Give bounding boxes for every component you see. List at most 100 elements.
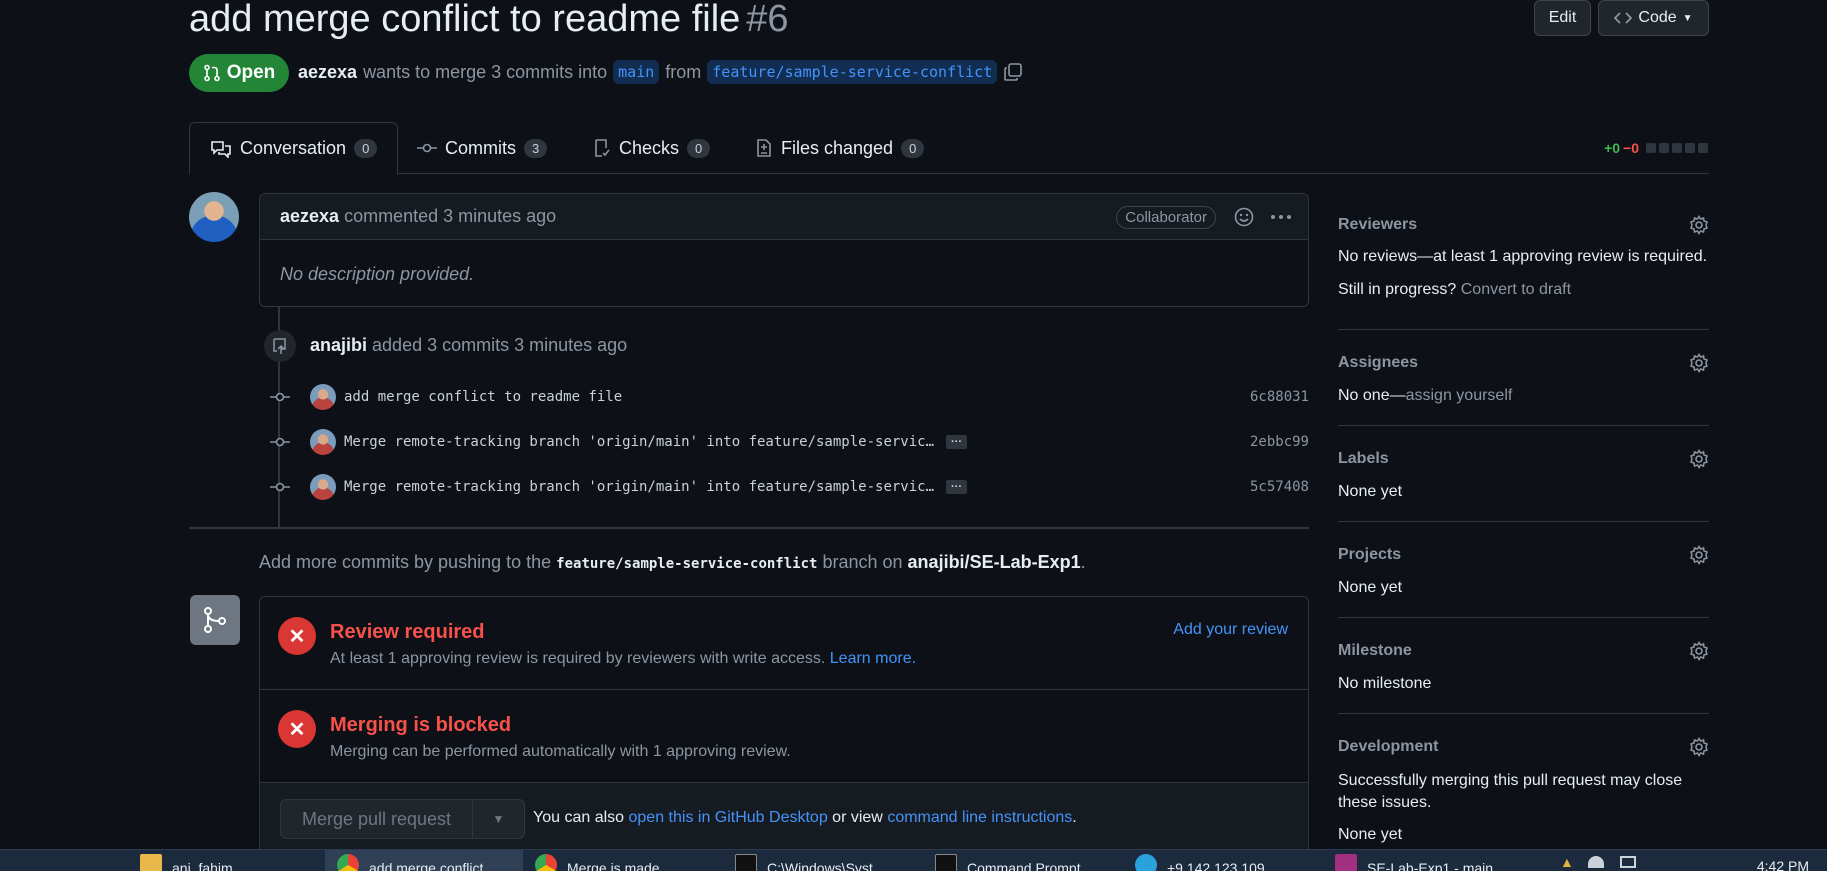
gear-icon[interactable] — [1689, 545, 1709, 565]
merge-method-dropdown-caret[interactable]: ▼ — [473, 800, 524, 838]
command-line-instructions-link[interactable]: command line instructions — [887, 809, 1072, 826]
timeline-actor-link[interactable]: anajibi — [310, 335, 367, 355]
diffstat-block — [1646, 143, 1656, 153]
copy-icon[interactable] — [1003, 62, 1023, 82]
gear-icon[interactable] — [1689, 737, 1709, 757]
projects-status: None yet — [1338, 579, 1403, 596]
push-note-suffix: . — [1080, 552, 1086, 572]
taskbar-item-telegram[interactable]: +9 142 123 109 — [1135, 850, 1325, 871]
chrome-icon — [337, 854, 359, 871]
avatar[interactable] — [189, 192, 239, 242]
pr-merge-summary: aezexa wants to merge 3 commits into mai… — [298, 60, 1023, 84]
diffstat-additions: +0 — [1604, 140, 1621, 156]
head-branch[interactable]: feature/sample-service-conflict — [707, 60, 998, 84]
pr-number: #6 — [746, 0, 789, 40]
open-in-github-desktop-link[interactable]: open this in GitHub Desktop — [629, 809, 828, 826]
add-your-review-link[interactable]: Add your review — [1173, 621, 1288, 639]
git-merge-icon — [190, 595, 240, 645]
tab-checks-label: Checks — [619, 137, 680, 158]
tab-conversation[interactable]: Conversation 0 — [189, 122, 399, 175]
push-note-middle: branch on — [822, 552, 903, 572]
no-one-text: No one— — [1338, 387, 1406, 404]
commit-dot-icon — [266, 436, 294, 448]
commit-sha-link[interactable]: 5c57408 — [1250, 479, 1309, 495]
gear-icon[interactable] — [1689, 449, 1709, 469]
comment-author-link[interactable]: aezexa — [280, 206, 339, 227]
expand-commit-message-button[interactable]: ··· — [946, 435, 968, 449]
sidebar-reviewers: Reviewers No reviews—at least 1 approvin… — [1338, 200, 1709, 330]
push-note-prefix: Add more commits by pushing to the — [259, 552, 552, 572]
commit-message-link[interactable]: Merge remote-tracking branch 'origin/mai… — [344, 434, 934, 450]
merge-pull-request-label: Merge pull request — [281, 800, 473, 838]
tab-conversation-label: Conversation — [240, 138, 347, 158]
push-note-repo-link[interactable]: anajibi/SE-Lab-Exp1 — [908, 552, 1081, 572]
convert-to-draft-link[interactable]: Convert to draft — [1461, 281, 1571, 298]
assign-yourself-link[interactable]: assign yourself — [1406, 387, 1513, 404]
merge-pull-request-button[interactable]: Merge pull request ▼ — [280, 799, 525, 839]
taskbar-item-chrome[interactable]: Merge is made — [535, 850, 725, 871]
commit-message-link[interactable]: Merge remote-tracking branch 'origin/mai… — [344, 479, 934, 495]
gear-icon[interactable] — [1689, 353, 1709, 373]
sidebar-assignees: Assignees No one—assign yourself — [1338, 330, 1709, 426]
commit-author-avatar[interactable] — [310, 429, 336, 455]
warning-tray-icon[interactable]: ▲ — [1560, 854, 1574, 870]
timeline-badge — [264, 330, 296, 362]
taskbar-item-explorer[interactable]: ani_fahim — [140, 850, 320, 871]
commit-dot-icon — [266, 481, 294, 493]
sidebar-development: Development Successfully merging this pu… — [1338, 714, 1709, 854]
taskbar-item-label: Command Prompt — [967, 860, 1081, 871]
commit-author-avatar[interactable] — [310, 384, 336, 410]
commit-sha-link[interactable]: 6c88031 — [1250, 389, 1309, 405]
pr-tabs: Conversation 0 Commits 3 Checks 0 Files … — [189, 122, 1709, 175]
development-heading[interactable]: Development — [1338, 738, 1438, 756]
taskbar-item-label: Merge is made — [567, 860, 660, 871]
labels-status: None yet — [1338, 483, 1403, 500]
taskbar-item-cmd[interactable]: C:\Windows\Syst — [735, 850, 925, 871]
tab-checks[interactable]: Checks 0 — [593, 122, 711, 174]
commit-dot-icon — [266, 391, 294, 403]
development-status: Successfully merging this pull request m… — [1338, 772, 1683, 811]
projects-heading[interactable]: Projects — [1338, 546, 1401, 564]
taskbar-item-winrar[interactable]: SE-Lab-Exp1 - main — [1335, 850, 1525, 871]
sidebar-milestone: Milestone No milestone — [1338, 618, 1709, 714]
commit-author-avatar[interactable] — [310, 474, 336, 500]
base-branch[interactable]: main — [613, 60, 660, 84]
commit-sha-link[interactable]: 2ebbc99 — [1250, 434, 1309, 450]
commit-row: Merge remote-tracking branch 'origin/mai… — [266, 472, 1309, 502]
expand-commit-message-button[interactable]: ··· — [946, 480, 968, 494]
pull-request-icon — [203, 64, 220, 82]
code-button[interactable]: Code ▼ — [1598, 0, 1709, 36]
merge-box: ✕ Review required At least 1 approving r… — [259, 596, 1309, 871]
push-note-branch: feature/sample-service-conflict — [556, 556, 818, 572]
reviewers-heading[interactable]: Reviewers — [1338, 216, 1417, 234]
assignees-status: No one—assign yourself — [1338, 387, 1512, 405]
labels-heading[interactable]: Labels — [1338, 450, 1389, 468]
tab-files-changed[interactable]: Files changed 0 — [755, 122, 925, 174]
gear-icon[interactable] — [1689, 641, 1709, 661]
gear-icon[interactable] — [1689, 215, 1709, 235]
taskbar-item-chrome-active[interactable]: add merge conflict — [325, 850, 523, 871]
tab-commits-label: Commits — [445, 137, 516, 158]
checklist-icon — [595, 139, 610, 157]
os-taskbar: ani_fahim add merge conflict Merge is ma… — [0, 849, 1827, 871]
commit-message-link[interactable]: add merge conflict to readme file — [344, 389, 622, 405]
timeline-action-text: added 3 commits 3 minutes ago — [372, 335, 628, 355]
taskbar-clock[interactable]: 4:42 PM — [1757, 858, 1809, 871]
review-required-title: Review required — [330, 621, 485, 643]
diffstat: +0 −0 — [1604, 140, 1708, 156]
tab-commits[interactable]: Commits 3 — [417, 122, 548, 174]
comment-discussion-icon — [211, 140, 231, 158]
edit-button[interactable]: Edit — [1534, 0, 1591, 36]
repo-push-icon — [273, 338, 286, 354]
assignees-heading[interactable]: Assignees — [1338, 354, 1418, 372]
kebab-horizontal-icon[interactable] — [1270, 214, 1292, 220]
smiley-icon[interactable] — [1234, 207, 1254, 227]
display-tray-icon[interactable] — [1620, 856, 1636, 868]
milestone-heading[interactable]: Milestone — [1338, 642, 1412, 660]
comment-timestamp[interactable]: commented 3 minutes ago — [344, 206, 556, 227]
network-tray-icon[interactable] — [1588, 856, 1604, 868]
code-button-label: Code — [1638, 9, 1677, 26]
learn-more-link[interactable]: Learn more. — [830, 650, 916, 667]
pr-author-link[interactable]: aezexa — [298, 62, 357, 83]
taskbar-item-command-prompt[interactable]: Command Prompt — [935, 850, 1125, 871]
